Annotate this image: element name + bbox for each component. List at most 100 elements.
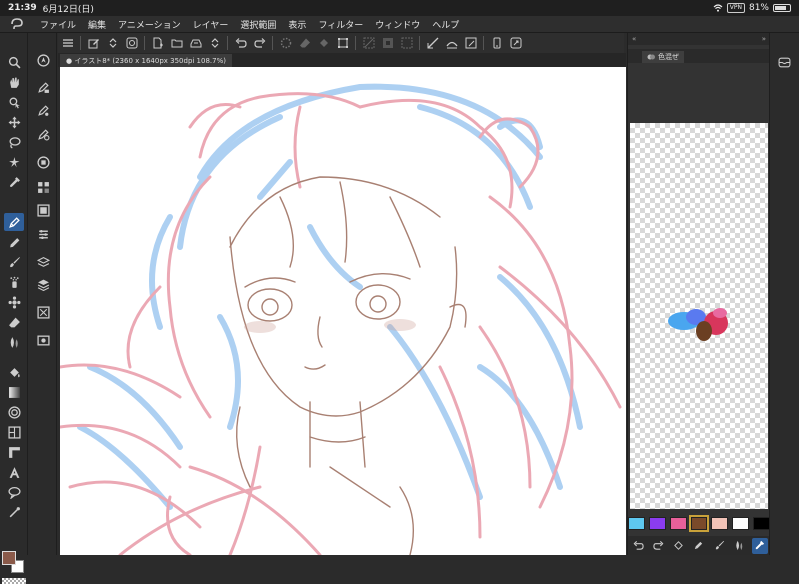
palette-row: [628, 514, 771, 532]
panel-collapse-left-icon[interactable]: «: [632, 35, 636, 43]
layer-timeline-icon[interactable]: [33, 331, 53, 349]
phone-icon[interactable]: [487, 33, 506, 53]
menu-layer[interactable]: レイヤー: [187, 18, 235, 31]
menu-filter[interactable]: フィルター: [312, 18, 369, 31]
tool-property-icon[interactable]: [33, 101, 53, 119]
tool-palette: [0, 33, 28, 584]
chevron-updown-icon-2[interactable]: [205, 33, 224, 53]
palette-color-4[interactable]: [688, 514, 710, 532]
mix-pen-icon[interactable]: [691, 538, 707, 554]
dock-panel-icon[interactable]: [774, 53, 794, 71]
ruler-tool-icon[interactable]: [4, 443, 24, 461]
auto-select-tool-icon[interactable]: [4, 153, 24, 171]
document-tab-strip: ● イラスト8* (2360 x 1640px 350dpi 108.7%): [58, 53, 626, 67]
navigator-icon[interactable]: [33, 51, 53, 69]
app-logo-icon[interactable]: [0, 16, 34, 33]
tab-color-mixing-label: 色混ぜ: [658, 53, 679, 61]
invert-selection-icon[interactable]: [378, 33, 397, 53]
layer-search-icon[interactable]: [33, 253, 53, 271]
mix-blend-icon[interactable]: [732, 538, 748, 554]
special-ruler-icon[interactable]: [442, 33, 461, 53]
far-right-dock: [769, 33, 799, 555]
redo-icon[interactable]: [250, 33, 269, 53]
tab-color-mixing[interactable]: 色混ぜ: [642, 51, 684, 63]
menu-selection[interactable]: 選択範囲: [234, 18, 282, 31]
zoom-tool-icon[interactable]: [4, 53, 24, 71]
operation-tool-icon[interactable]: [4, 93, 24, 111]
loading-icon[interactable]: [276, 33, 295, 53]
edit-icon[interactable]: [84, 33, 103, 53]
sub-tool-icon[interactable]: [33, 78, 53, 96]
open-file-icon[interactable]: [167, 33, 186, 53]
menu-bar: ファイル 編集 アニメーション レイヤー 選択範囲 表示 フィルター ウィンドウ…: [0, 16, 799, 33]
fill-cmd-icon[interactable]: [314, 33, 333, 53]
menu-edit[interactable]: 編集: [82, 18, 112, 31]
text-tool-icon[interactable]: [4, 463, 24, 481]
frame-border-tool-icon[interactable]: [4, 423, 24, 441]
color-mixing-tab-icon: [647, 54, 655, 60]
grid-snap-icon[interactable]: [461, 33, 480, 53]
document-tab[interactable]: ● イラスト8* (2360 x 1640px 350dpi 108.7%): [60, 54, 232, 67]
brush-tool-icon[interactable]: [4, 253, 24, 271]
deselect-icon[interactable]: [359, 33, 378, 53]
correct-line-tool-icon[interactable]: [4, 503, 24, 521]
palette-color-1[interactable]: [628, 516, 645, 530]
airbrush-tool-icon[interactable]: [4, 273, 24, 291]
gradient-tool-icon[interactable]: [4, 383, 24, 401]
redo-mix-icon[interactable]: [650, 538, 666, 554]
blend-tool-icon[interactable]: [4, 333, 24, 351]
eyedropper-tool-icon[interactable]: [4, 173, 24, 191]
companion-mode-icon[interactable]: [506, 33, 525, 53]
panel-collapse-right-icon[interactable]: »: [762, 35, 766, 43]
transform-icon[interactable]: [333, 33, 352, 53]
menu-view[interactable]: 表示: [282, 18, 312, 31]
palette-color-3[interactable]: [669, 516, 687, 530]
mix-brush-icon[interactable]: [711, 538, 727, 554]
ruler-snap-icon[interactable]: [423, 33, 442, 53]
color-mixing-area[interactable]: [630, 123, 768, 509]
move-tool-icon[interactable]: [4, 113, 24, 131]
intermediate-color-icon[interactable]: [33, 201, 53, 219]
fill-tool-icon[interactable]: [4, 363, 24, 381]
pen-tool-icon[interactable]: [4, 213, 24, 231]
menu-help[interactable]: ヘルプ: [426, 18, 465, 31]
palette-color-2[interactable]: [648, 516, 666, 530]
hand-tool-icon[interactable]: [4, 73, 24, 91]
brush-size-icon[interactable]: [33, 125, 53, 143]
eraser-tool-icon[interactable]: [4, 313, 24, 331]
transparent-color-swatch[interactable]: [2, 578, 26, 584]
sketch-artwork: [60, 83, 622, 555]
mix-eyedropper-icon[interactable]: [751, 537, 768, 554]
menu-icon[interactable]: [58, 33, 77, 53]
balloon-tool-icon[interactable]: [4, 483, 24, 501]
undo-icon[interactable]: [231, 33, 250, 53]
palette-color-6[interactable]: [732, 516, 750, 530]
eraser-cmd-icon[interactable]: [295, 33, 314, 53]
palette-color-5[interactable]: [711, 516, 729, 530]
new-file-icon[interactable]: [148, 33, 167, 53]
save-icon[interactable]: [186, 33, 205, 53]
clear-mix-icon[interactable]: [671, 538, 687, 554]
decoration-tool-icon[interactable]: [4, 293, 24, 311]
vpn-badge: VPN: [726, 3, 745, 13]
lasso-tool-icon[interactable]: [4, 133, 24, 151]
menu-animation[interactable]: アニメーション: [112, 18, 187, 31]
material-icon[interactable]: [33, 303, 53, 321]
select-all-icon[interactable]: [397, 33, 416, 53]
layer-property-icon[interactable]: [33, 225, 53, 243]
battery-percent: 81%: [748, 3, 769, 13]
palette-color-7[interactable]: [753, 516, 771, 530]
mixing-tools-bar: [628, 536, 770, 555]
chevron-updown-icon[interactable]: [103, 33, 122, 53]
brush-settings-icon[interactable]: [122, 33, 141, 53]
layer-icon[interactable]: [33, 275, 53, 293]
color-wheel-icon[interactable]: [33, 153, 53, 171]
pencil-tool-icon[interactable]: [4, 233, 24, 251]
menu-file[interactable]: ファイル: [34, 18, 82, 31]
contour-shading-tool-icon[interactable]: [4, 403, 24, 421]
main-color-swatch[interactable]: [2, 551, 16, 565]
color-set-icon[interactable]: [33, 178, 53, 196]
undo-mix-icon[interactable]: [630, 538, 646, 554]
drawing-canvas[interactable]: [60, 67, 626, 555]
menu-window[interactable]: ウィンドウ: [369, 18, 426, 31]
